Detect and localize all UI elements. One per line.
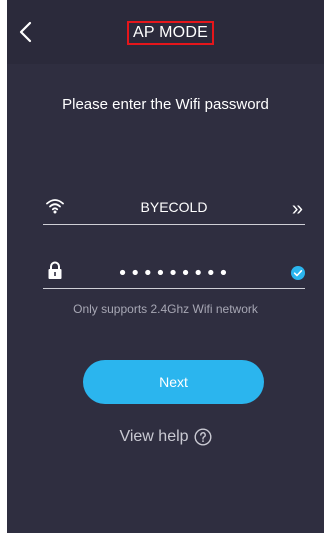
check-circle-icon[interactable] [291, 266, 305, 280]
page-title: AP MODE [133, 24, 208, 41]
next-button-label: Next [159, 374, 188, 390]
password-field[interactable] [43, 258, 305, 289]
header-bar: AP MODE [7, 0, 324, 64]
ssid-value: BYECOLD [140, 199, 208, 215]
double-chevron-right-icon[interactable]: » [292, 199, 303, 219]
view-help-label: View help [119, 428, 189, 445]
back-button[interactable] [16, 18, 38, 46]
next-button[interactable]: Next [83, 360, 264, 404]
password-input[interactable] [79, 260, 269, 286]
network-note: Only supports 2.4Ghz Wifi network [73, 302, 258, 316]
ssid-field[interactable]: BYECOLD » [43, 194, 305, 225]
question-circle-icon [194, 428, 212, 446]
app-screen: AP MODE Please enter the Wifi password B… [7, 0, 324, 533]
chevron-left-icon [19, 21, 32, 43]
view-help-link[interactable]: View help [7, 428, 324, 446]
title-highlight: AP MODE [127, 21, 214, 45]
lock-icon [48, 261, 62, 279]
instruction-text: Please enter the Wifi password [62, 96, 269, 113]
